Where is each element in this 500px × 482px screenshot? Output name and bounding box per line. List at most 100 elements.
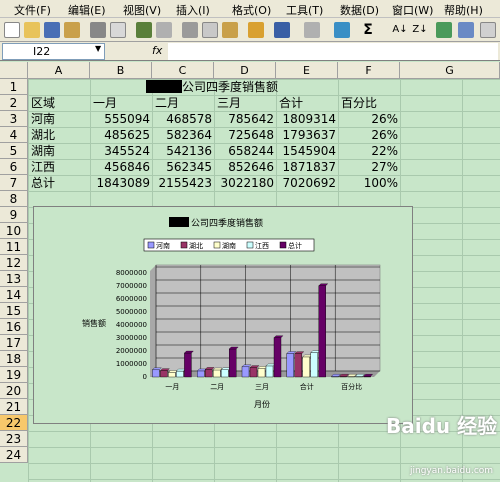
row-header-2[interactable]: 2 (0, 95, 28, 111)
value-cell-jan[interactable]: 456846 (90, 159, 150, 175)
row-header-19[interactable]: 19 (0, 367, 28, 383)
row-header-5[interactable]: 5 (0, 143, 28, 159)
permission-icon[interactable] (64, 22, 80, 38)
menu-window[interactable]: 窗口(W) (392, 2, 433, 18)
print-icon[interactable] (90, 22, 106, 38)
header-february[interactable]: 二月 (155, 95, 179, 111)
menu-view[interactable]: 视图(V) (123, 2, 161, 18)
formula-input[interactable] (168, 43, 498, 60)
value-cell-jan[interactable]: 485625 (90, 127, 150, 143)
header-percent[interactable]: 百分比 (341, 95, 377, 111)
header-region[interactable]: 区域 (31, 95, 55, 111)
menu-format[interactable]: 格式(O) (232, 2, 271, 18)
menu-tools[interactable]: 工具(T) (286, 2, 323, 18)
menu-edit[interactable]: 编辑(E) (68, 2, 106, 18)
insert-function-icon[interactable]: fx (152, 44, 162, 57)
row-header-24[interactable]: 24 (0, 447, 28, 463)
zoom-icon[interactable] (480, 22, 496, 38)
open-icon[interactable] (24, 22, 40, 38)
value-cell-total[interactable]: 1793637 (276, 127, 336, 143)
column-header-e[interactable]: E (276, 62, 338, 79)
value-cell-mar[interactable]: 3022180 (214, 175, 274, 191)
region-cell[interactable]: 湖南 (31, 143, 55, 159)
value-cell-mar[interactable]: 725648 (214, 127, 274, 143)
column-header-d[interactable]: D (214, 62, 276, 79)
row-header-17[interactable]: 17 (0, 335, 28, 351)
row-header-18[interactable]: 18 (0, 351, 28, 367)
cut-icon[interactable] (182, 22, 198, 38)
value-cell-pct[interactable]: 100% (338, 175, 398, 191)
header-march[interactable]: 三月 (217, 95, 241, 111)
undo-icon[interactable] (274, 22, 290, 38)
row-header-13[interactable]: 13 (0, 271, 28, 287)
autosum-icon[interactable]: Σ (360, 22, 376, 38)
value-cell-mar[interactable]: 852646 (214, 159, 274, 175)
header-january[interactable]: 一月 (93, 95, 117, 111)
row-header-1[interactable]: 1 (0, 79, 28, 95)
menu-data[interactable]: 数据(D) (340, 2, 379, 18)
row-header-22[interactable]: 22 (0, 415, 28, 431)
value-cell-total[interactable]: 1545904 (276, 143, 336, 159)
sort-descending-icon[interactable]: Z↓ (412, 22, 428, 38)
header-total[interactable]: 合计 (279, 95, 303, 111)
chevron-down-icon[interactable]: ▼ (95, 44, 101, 53)
region-cell[interactable]: 江西 (31, 159, 55, 175)
row-header-11[interactable]: 11 (0, 239, 28, 255)
row-header-16[interactable]: 16 (0, 319, 28, 335)
column-header-a[interactable]: A (28, 62, 90, 79)
value-cell-pct[interactable]: 26% (338, 127, 398, 143)
value-cell-feb[interactable]: 468578 (152, 111, 212, 127)
row-header-10[interactable]: 10 (0, 223, 28, 239)
value-cell-total[interactable]: 1809314 (276, 111, 336, 127)
row-header-3[interactable]: 3 (0, 111, 28, 127)
value-cell-feb[interactable]: 582364 (152, 127, 212, 143)
sort-ascending-icon[interactable]: A↓ (392, 22, 408, 38)
row-header-14[interactable]: 14 (0, 287, 28, 303)
row-header-9[interactable]: 9 (0, 207, 28, 223)
column-header-b[interactable]: B (90, 62, 152, 79)
row-header-6[interactable]: 6 (0, 159, 28, 175)
region-cell[interactable]: 河南 (31, 111, 55, 127)
print-preview-icon[interactable] (110, 22, 126, 38)
embedded-chart[interactable]: 公司四季度销售额 河南 湖北 湖南 江西 总计 0 1000000 2000000 3000000… (33, 206, 413, 424)
column-header-g[interactable]: G (400, 62, 500, 79)
column-header-f[interactable]: F (338, 62, 400, 79)
row-header-23[interactable]: 23 (0, 431, 28, 447)
value-cell-pct[interactable]: 26% (338, 111, 398, 127)
region-cell[interactable]: 湖北 (31, 127, 55, 143)
sheet-title-cell[interactable]: 公司四季度销售额 (146, 79, 278, 95)
value-cell-total[interactable]: 7020692 (276, 175, 336, 191)
select-all-corner[interactable] (0, 62, 28, 79)
row-header-8[interactable]: 8 (0, 191, 28, 207)
menu-file[interactable]: 文件(F) (14, 2, 51, 18)
region-cell[interactable]: 总计 (31, 175, 55, 191)
spelling-icon[interactable] (136, 22, 152, 38)
value-cell-jan[interactable]: 555094 (90, 111, 150, 127)
save-icon[interactable] (44, 22, 60, 38)
value-cell-jan[interactable]: 1843089 (90, 175, 150, 191)
row-header-4[interactable]: 4 (0, 127, 28, 143)
value-cell-feb[interactable]: 542136 (152, 143, 212, 159)
copy-icon[interactable] (202, 22, 218, 38)
value-cell-feb[interactable]: 2155423 (152, 175, 212, 191)
row-header-15[interactable]: 15 (0, 303, 28, 319)
value-cell-total[interactable]: 1871837 (276, 159, 336, 175)
redo-icon[interactable] (304, 22, 320, 38)
row-header-20[interactable]: 20 (0, 383, 28, 399)
new-icon[interactable] (4, 22, 20, 38)
drawing-icon[interactable] (458, 22, 474, 38)
hyperlink-icon[interactable] (334, 22, 350, 38)
value-cell-jan[interactable]: 345524 (90, 143, 150, 159)
value-cell-feb[interactable]: 562345 (152, 159, 212, 175)
value-cell-mar[interactable]: 658244 (214, 143, 274, 159)
value-cell-pct[interactable]: 27% (338, 159, 398, 175)
menu-help[interactable]: 帮助(H) (444, 2, 483, 18)
format-painter-icon[interactable] (248, 22, 264, 38)
column-header-c[interactable]: C (152, 62, 214, 79)
research-icon[interactable] (156, 22, 172, 38)
paste-icon[interactable] (222, 22, 238, 38)
value-cell-mar[interactable]: 785642 (214, 111, 274, 127)
value-cell-pct[interactable]: 22% (338, 143, 398, 159)
row-header-12[interactable]: 12 (0, 255, 28, 271)
menu-insert[interactable]: 插入(I) (176, 2, 210, 18)
